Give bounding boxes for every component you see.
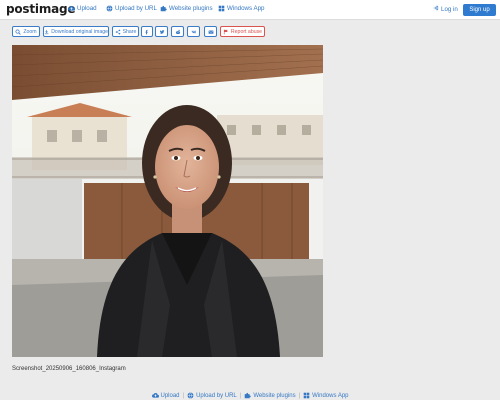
twitter-icon bbox=[159, 29, 164, 34]
share-icon bbox=[115, 29, 120, 34]
portrait-photo bbox=[12, 45, 323, 357]
image-caption: Screenshot_20250906_160806_Instagram bbox=[12, 366, 126, 372]
nav-website-plugins[interactable]: Website plugins bbox=[160, 5, 213, 12]
login-label: Log in bbox=[441, 5, 458, 13]
nav-upload[interactable]: Upload bbox=[68, 5, 97, 12]
footer-windows-app-label: Windows App bbox=[312, 392, 349, 399]
report-abuse-label: Report abuse bbox=[230, 28, 263, 35]
zoom-icon bbox=[15, 28, 22, 35]
cloud-upload-icon bbox=[151, 392, 159, 399]
windows-icon bbox=[303, 392, 310, 399]
email-icon bbox=[208, 30, 213, 34]
nav-upload-by-url-label: Upload by URL bbox=[115, 5, 157, 12]
footer-separator: | bbox=[298, 392, 301, 399]
footer-separator: | bbox=[182, 392, 185, 399]
footer-upload-by-url-link[interactable]: Upload by URL bbox=[187, 392, 237, 399]
nav-upload-label: Upload bbox=[77, 5, 97, 12]
footer-windows-app-link[interactable]: Windows App bbox=[303, 392, 349, 399]
footer-separator: | bbox=[239, 392, 242, 399]
puzzle-icon bbox=[244, 392, 252, 399]
zoom-button[interactable]: Zoom bbox=[12, 26, 40, 37]
share-button[interactable]: Share bbox=[112, 26, 139, 37]
site-logo[interactable]: postimage bbox=[6, 2, 76, 16]
share-label: Share bbox=[122, 28, 137, 35]
nav-windows-app[interactable]: Windows App bbox=[218, 5, 265, 12]
footer-website-plugins-label: Website plugins bbox=[253, 392, 296, 399]
windows-icon bbox=[218, 5, 225, 12]
vk-share-button[interactable] bbox=[187, 26, 200, 37]
twitter-share-button[interactable] bbox=[155, 26, 168, 37]
reddit-share-button[interactable] bbox=[171, 26, 184, 37]
download-original-button[interactable]: Download original image bbox=[43, 26, 109, 37]
top-nav-bar: postimage Upload Upload by URL Website p… bbox=[0, 0, 500, 20]
flag-icon bbox=[223, 29, 228, 34]
download-icon bbox=[44, 29, 49, 34]
facebook-share-button[interactable] bbox=[141, 26, 153, 37]
signup-button[interactable]: Sign up bbox=[463, 4, 496, 16]
globe-icon bbox=[187, 392, 194, 399]
footer-nav: Upload | Upload by URL | Website plugins… bbox=[0, 392, 500, 399]
zoom-label: Zoom bbox=[23, 28, 37, 35]
report-abuse-button[interactable]: Report abuse bbox=[220, 26, 265, 37]
globe-icon bbox=[106, 5, 113, 12]
footer-upload-by-url-label: Upload by URL bbox=[196, 392, 237, 399]
download-label: Download original image bbox=[51, 28, 108, 35]
puzzle-icon bbox=[160, 5, 167, 12]
nav-windows-app-label: Windows App bbox=[227, 5, 265, 12]
vk-icon bbox=[191, 30, 196, 33]
reddit-icon bbox=[175, 29, 180, 34]
footer-upload-link[interactable]: Upload bbox=[151, 392, 180, 399]
footer-upload-label: Upload bbox=[160, 392, 180, 399]
cloud-upload-icon bbox=[68, 5, 75, 12]
login-link[interactable]: Log in bbox=[433, 5, 458, 13]
facebook-icon bbox=[145, 29, 148, 34]
uploaded-image[interactable] bbox=[12, 45, 323, 357]
footer-website-plugins-link[interactable]: Website plugins bbox=[244, 392, 296, 399]
login-icon bbox=[433, 5, 439, 13]
email-share-button[interactable] bbox=[204, 26, 217, 37]
nav-website-plugins-label: Website plugins bbox=[169, 5, 213, 12]
nav-upload-by-url[interactable]: Upload by URL bbox=[106, 5, 157, 12]
